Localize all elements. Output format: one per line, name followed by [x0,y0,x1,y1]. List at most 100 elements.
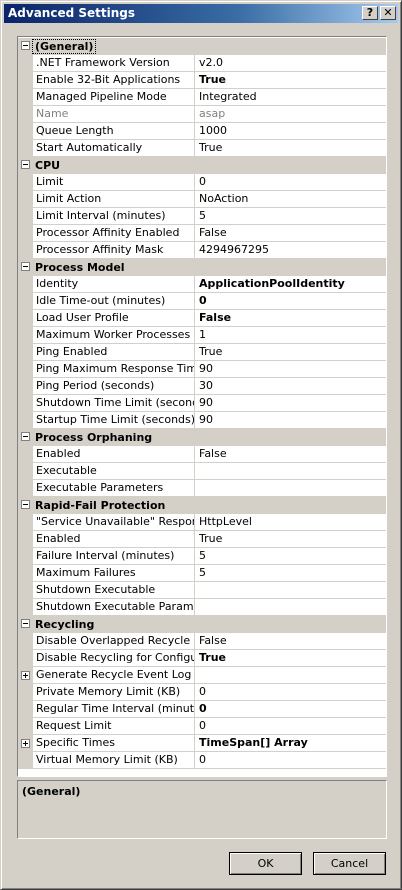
collapse-icon[interactable] [21,619,30,628]
property-row[interactable]: .NET Framework Version v2.0 [18,55,386,72]
property-value[interactable]: HttpLevel [196,514,386,530]
property-row[interactable]: Load User Profile False [18,310,386,327]
category-row[interactable]: Process Model [18,259,386,276]
property-row[interactable]: Executable Parameters [18,480,386,497]
property-grid[interactable]: (General) .NET Framework Version v2.0 Enabl… [17,36,387,777]
property-value[interactable]: 4294967295 [196,242,386,258]
property-row[interactable]: Queue Length 1000 [18,123,386,140]
property-value[interactable]: True [196,650,386,666]
property-row[interactable]: Specific Times TimeSpan[] Array [18,735,386,752]
property-row[interactable]: Executable [18,463,386,480]
collapse-icon[interactable] [21,432,30,441]
property-row[interactable]: Start Automatically True [18,140,386,157]
property-value[interactable] [196,463,386,479]
close-button[interactable]: ✕ [380,6,396,20]
category-row[interactable]: Rapid-Fail Protection [18,497,386,514]
property-value[interactable]: True [196,140,386,156]
category-row[interactable]: Process Orphaning [18,429,386,446]
property-value[interactable]: 5 [196,565,386,581]
collapse-icon[interactable] [21,500,30,509]
property-value[interactable]: 0 [196,174,386,190]
title-bar[interactable]: Advanced Settings ? ✕ [4,4,398,23]
property-value[interactable]: Integrated [196,89,386,105]
expand-icon[interactable] [21,739,30,748]
property-row[interactable]: Ping Period (seconds) 30 [18,378,386,395]
property-row[interactable]: Failure Interval (minutes) 5 [18,548,386,565]
expand-icon[interactable] [21,671,30,680]
property-row[interactable]: Limit Interval (minutes) 5 [18,208,386,225]
property-value[interactable]: v2.0 [196,55,386,71]
property-value[interactable]: 90 [196,395,386,411]
property-value[interactable]: 90 [196,361,386,377]
property-value[interactable]: 5 [196,208,386,224]
property-value[interactable]: TimeSpan[] Array [196,735,386,751]
property-value[interactable]: 0 [196,684,386,700]
property-row[interactable]: Request Limit 0 [18,718,386,735]
category-row[interactable]: Recycling [18,616,386,633]
property-row[interactable]: Disable Recycling for ConfiguratioTrue [18,650,386,667]
property-row[interactable]: Enabled True [18,531,386,548]
property-value[interactable] [196,599,386,615]
property-row[interactable]: Ping Maximum Response Time (se90 [18,361,386,378]
property-value[interactable]: 1000 [196,123,386,139]
property-row[interactable]: Maximum Worker Processes 1 [18,327,386,344]
property-row[interactable]: Shutdown Executable Parameter [18,599,386,616]
description-pane: (General) [17,780,387,839]
property-row[interactable]: "Service Unavailable" Response THttpLeve… [18,514,386,531]
property-value[interactable]: False [196,310,386,326]
property-row[interactable]: Enabled False [18,446,386,463]
ok-button[interactable]: OK [229,852,302,875]
property-value[interactable] [196,582,386,598]
category-row[interactable]: CPU [18,157,386,174]
property-row[interactable]: Virtual Memory Limit (KB) 0 [18,752,386,769]
property-row[interactable]: Private Memory Limit (KB) 0 [18,684,386,701]
property-row[interactable]: Startup Time Limit (seconds) 90 [18,412,386,429]
property-value[interactable]: 5 [196,548,386,564]
property-row[interactable]: Ping Enabled True [18,344,386,361]
property-value[interactable] [196,480,386,496]
property-row[interactable]: Limit 0 [18,174,386,191]
collapse-icon[interactable] [21,41,30,50]
property-value[interactable]: 0 [196,752,386,768]
property-row[interactable]: Name asap [18,106,386,123]
collapse-icon[interactable] [21,160,30,169]
property-row[interactable]: Disable Overlapped Recycle False [18,633,386,650]
property-value[interactable]: 1 [196,327,386,343]
property-row[interactable]: Processor Affinity Enabled False [18,225,386,242]
property-row[interactable]: Maximum Failures 5 [18,565,386,582]
property-value[interactable]: 0 [196,718,386,734]
property-value[interactable]: False [196,446,386,462]
property-value[interactable]: 0 [196,293,386,309]
cancel-button[interactable]: Cancel [313,852,386,875]
property-value[interactable]: False [196,225,386,241]
property-value[interactable]: asap [196,106,386,122]
property-value[interactable]: False [196,633,386,649]
category-label: CPU [35,159,61,172]
property-row[interactable]: Enable 32-Bit Applications True [18,72,386,89]
property-row[interactable]: Regular Time Interval (minutes) 0 [18,701,386,718]
property-row[interactable]: Managed Pipeline Mode Integrated [18,89,386,106]
property-value[interactable]: NoAction [196,191,386,207]
property-row[interactable]: Shutdown Executable [18,582,386,599]
property-name: Maximum Worker Processes [34,327,195,343]
row-gutter [18,582,33,599]
property-value[interactable]: 30 [196,378,386,394]
property-row[interactable]: Shutdown Time Limit (seconds) 90 [18,395,386,412]
property-row[interactable]: Idle Time-out (minutes) 0 [18,293,386,310]
property-name: Failure Interval (minutes) [34,548,195,564]
property-value[interactable]: 90 [196,412,386,428]
property-value[interactable]: True [196,72,386,88]
property-value[interactable]: 0 [196,701,386,717]
property-value[interactable]: True [196,344,386,360]
category-row[interactable]: (General) [18,38,386,55]
property-row[interactable]: Limit Action NoAction [18,191,386,208]
help-button[interactable]: ? [362,6,378,20]
property-row[interactable]: Generate Recycle Event Log Entr [18,667,386,684]
row-gutter [18,276,33,293]
property-row[interactable]: Identity ApplicationPoolIdentity [18,276,386,293]
property-value[interactable] [196,667,386,683]
property-row[interactable]: Processor Affinity Mask 4294967295 [18,242,386,259]
collapse-icon[interactable] [21,262,30,271]
property-value[interactable]: True [196,531,386,547]
property-value[interactable]: ApplicationPoolIdentity [196,276,386,292]
